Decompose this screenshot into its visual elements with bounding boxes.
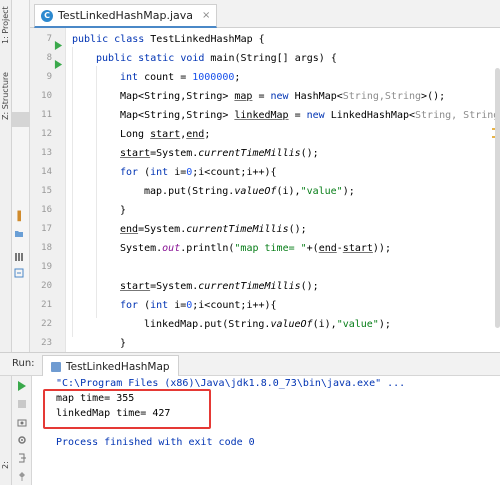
line-number: 16 (41, 205, 52, 215)
exit-button[interactable] (15, 451, 29, 465)
line-number: 18 (41, 243, 52, 253)
run-panel-header: Run: TestLinkedHashMap (0, 352, 500, 377)
code-line: linkedMap.put(String.valueOf(i),"value")… (144, 319, 391, 330)
run-main-icon[interactable] (54, 54, 63, 69)
line-number: 8 (46, 53, 52, 63)
settings-button[interactable] (15, 433, 29, 447)
output-highlight-box (43, 389, 211, 429)
favorites-tool-tab[interactable]: 2: Favorites (0, 445, 22, 485)
java-class-icon: C (41, 9, 53, 22)
code-line: Map<String,String> linkedMap = new Linke… (120, 110, 500, 121)
console-exit-message: Process finished with exit code 0 (56, 437, 255, 448)
play-icon (54, 41, 63, 50)
scratches-icon[interactable] (14, 268, 28, 280)
line-number: 22 (41, 319, 52, 329)
library-icon[interactable] (14, 252, 28, 264)
left-tool-strip: 1: Project Z: Structure 2: Favorites (0, 0, 22, 485)
code-line: public static void main(String[] args) { (96, 53, 337, 64)
selected-tree-row[interactable] (12, 112, 30, 127)
rerun-button[interactable] (15, 379, 29, 393)
folder-open-icon (15, 231, 23, 237)
editor-tab-label: TestLinkedHashMap.java (58, 9, 194, 22)
project-panel: ▐ (12, 0, 30, 352)
line-number: 21 (41, 300, 52, 310)
library-bars-icon (15, 253, 23, 261)
camera-button[interactable] (15, 415, 29, 429)
play-icon (18, 381, 26, 391)
code-line: } (120, 338, 127, 349)
editor-tab-testlinkedhashmap[interactable]: C TestLinkedHashMap.java × (34, 4, 218, 28)
code-editor[interactable]: 7 8 9 10 11 12 13 14 15 16 17 18 19 20 2… (30, 28, 500, 352)
line-number-gutter: 7 8 9 10 11 12 13 14 15 16 17 18 19 20 2… (30, 28, 66, 352)
line-number: 14 (41, 167, 52, 177)
run-tab-label: TestLinkedHashMap (66, 360, 170, 373)
folder-icon[interactable]: ▐ (14, 212, 28, 224)
close-icon[interactable]: × (202, 10, 210, 21)
pin-icon (19, 472, 25, 481)
scratch-file-icon (14, 268, 24, 278)
vertical-scrollbar[interactable] (495, 68, 500, 328)
stop-button[interactable] (15, 397, 29, 411)
code-line: map.put(String.valueOf(i),"value"); (144, 186, 355, 197)
line-number: 7 (46, 34, 52, 44)
code-line: start=System.currentTimeMillis(); (120, 148, 319, 159)
run-panel-label: Run: (12, 358, 35, 369)
code-area[interactable]: public class TestLinkedHashMap { public … (66, 28, 500, 352)
code-line: public class TestLinkedHashMap { (72, 34, 265, 45)
pin-button[interactable] (15, 469, 29, 483)
line-number: 11 (41, 110, 52, 120)
line-number: 12 (41, 129, 52, 139)
line-number: 15 (41, 186, 52, 196)
gear-icon (18, 436, 26, 444)
line-number: 9 (46, 72, 52, 82)
code-line: end=System.currentTimeMillis(); (120, 224, 307, 235)
structure-tool-tab[interactable]: Z: Structure (0, 70, 12, 122)
tree-item-icon[interactable] (14, 228, 28, 240)
run-config-icon (51, 361, 61, 372)
run-toolbar (12, 376, 32, 485)
code-line: Map<String,String> map = new HashMap<Str… (120, 91, 446, 102)
code-line: Long start,end; (120, 129, 211, 140)
line-number: 19 (41, 262, 52, 272)
line-number: 13 (41, 148, 52, 158)
line-number: 10 (41, 91, 52, 101)
code-line: int count = 1000000; (120, 72, 241, 83)
line-number: 23 (41, 338, 52, 348)
line-number: 17 (41, 224, 52, 234)
code-line: for (int i=0;i<count;i++){ (120, 300, 277, 311)
exit-icon (19, 453, 26, 463)
project-tool-tab[interactable]: 1: Project (0, 2, 12, 48)
run-class-icon[interactable] (54, 35, 63, 50)
stop-icon (18, 400, 26, 408)
run-tab-testlinkedhashmap[interactable]: TestLinkedHashMap (42, 355, 179, 377)
play-icon (54, 60, 63, 69)
editor-tab-bar: C TestLinkedHashMap.java × (30, 0, 500, 28)
console-output[interactable]: "C:\Program Files (x86)\Java\jdk1.8.0_73… (32, 376, 500, 485)
code-line: System.out.println("map time= "+(end-sta… (120, 243, 391, 254)
code-line: for (int i=0;i<count;i++){ (120, 167, 277, 178)
code-line: start=System.currentTimeMillis(); (120, 281, 319, 292)
camera-icon (17, 419, 27, 427)
code-line: } (120, 205, 127, 216)
line-number: 20 (41, 281, 52, 291)
